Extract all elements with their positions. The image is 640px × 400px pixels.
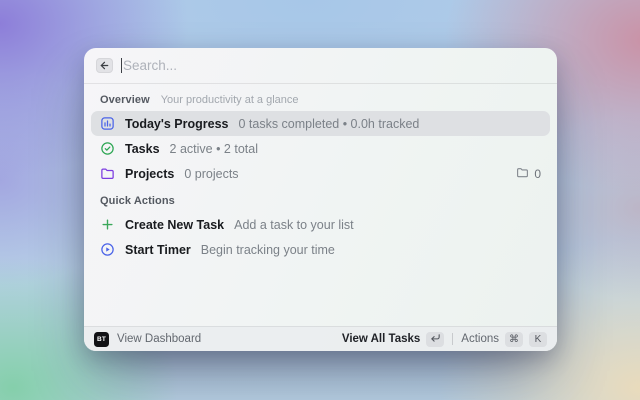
list-item-start-timer[interactable]: Start Timer Begin tracking your time xyxy=(91,237,550,262)
list-item-projects[interactable]: Projects 0 projects 0 xyxy=(91,161,550,186)
item-title: Tasks xyxy=(125,142,160,156)
section-header-quick-actions: Quick Actions xyxy=(91,190,550,212)
list-item-create-new-task[interactable]: Create New Task Add a task to your list xyxy=(91,212,550,237)
item-title: Start Timer xyxy=(125,243,191,257)
section-subtitle: Your productivity at a glance xyxy=(161,94,299,106)
results-list: Overview Your productivity at a glance T… xyxy=(84,84,557,326)
search-input[interactable] xyxy=(123,58,545,73)
check-circle-icon xyxy=(100,141,115,156)
item-subtitle: 2 active • 2 total xyxy=(170,142,258,156)
section-header-overview: Overview Your productivity at a glance xyxy=(91,89,550,111)
projects-count-accessory: 0 xyxy=(516,166,541,182)
back-button[interactable] xyxy=(96,58,113,73)
item-title: Projects xyxy=(125,167,174,181)
item-subtitle: 0 projects xyxy=(184,167,238,181)
footer-actions: View All Tasks Actions ⌘ K xyxy=(342,332,547,347)
play-circle-icon xyxy=(100,242,115,257)
footer-divider xyxy=(452,333,453,345)
item-subtitle: Add a task to your list xyxy=(234,218,354,232)
command-palette-window: Overview Your productivity at a glance T… xyxy=(84,48,557,351)
actions-menu-button[interactable]: Actions xyxy=(461,333,499,345)
k-key-badge[interactable]: K xyxy=(529,332,547,347)
command-key-badge[interactable]: ⌘ xyxy=(505,332,523,347)
section-label: Overview xyxy=(100,94,150,106)
section-label: Quick Actions xyxy=(100,195,175,207)
item-subtitle: 0 tasks completed • 0.0h tracked xyxy=(238,117,419,131)
item-subtitle: Begin tracking your time xyxy=(201,243,335,257)
item-title: Create New Task xyxy=(125,218,224,232)
plus-icon xyxy=(100,217,115,232)
folder-icon xyxy=(100,166,115,181)
text-cursor xyxy=(121,58,122,73)
arrow-left-icon xyxy=(99,60,110,71)
return-key-icon xyxy=(430,332,441,346)
return-key-badge[interactable] xyxy=(426,332,444,347)
search-bar xyxy=(84,48,557,84)
bar-chart-icon xyxy=(100,116,115,131)
list-item-todays-progress[interactable]: Today's Progress 0 tasks completed • 0.0… xyxy=(91,111,550,136)
view-all-tasks-button[interactable]: View All Tasks xyxy=(342,333,420,345)
projects-count: 0 xyxy=(534,167,541,181)
folder-count-icon xyxy=(516,166,529,182)
footer-bar: BT View Dashboard View All Tasks Actions… xyxy=(84,326,557,351)
app-logo-badge[interactable]: BT xyxy=(94,332,109,347)
footer-dashboard-label[interactable]: View Dashboard xyxy=(117,333,201,345)
search-field-wrap xyxy=(121,58,545,73)
item-title: Today's Progress xyxy=(125,117,228,131)
list-item-tasks[interactable]: Tasks 2 active • 2 total xyxy=(91,136,550,161)
